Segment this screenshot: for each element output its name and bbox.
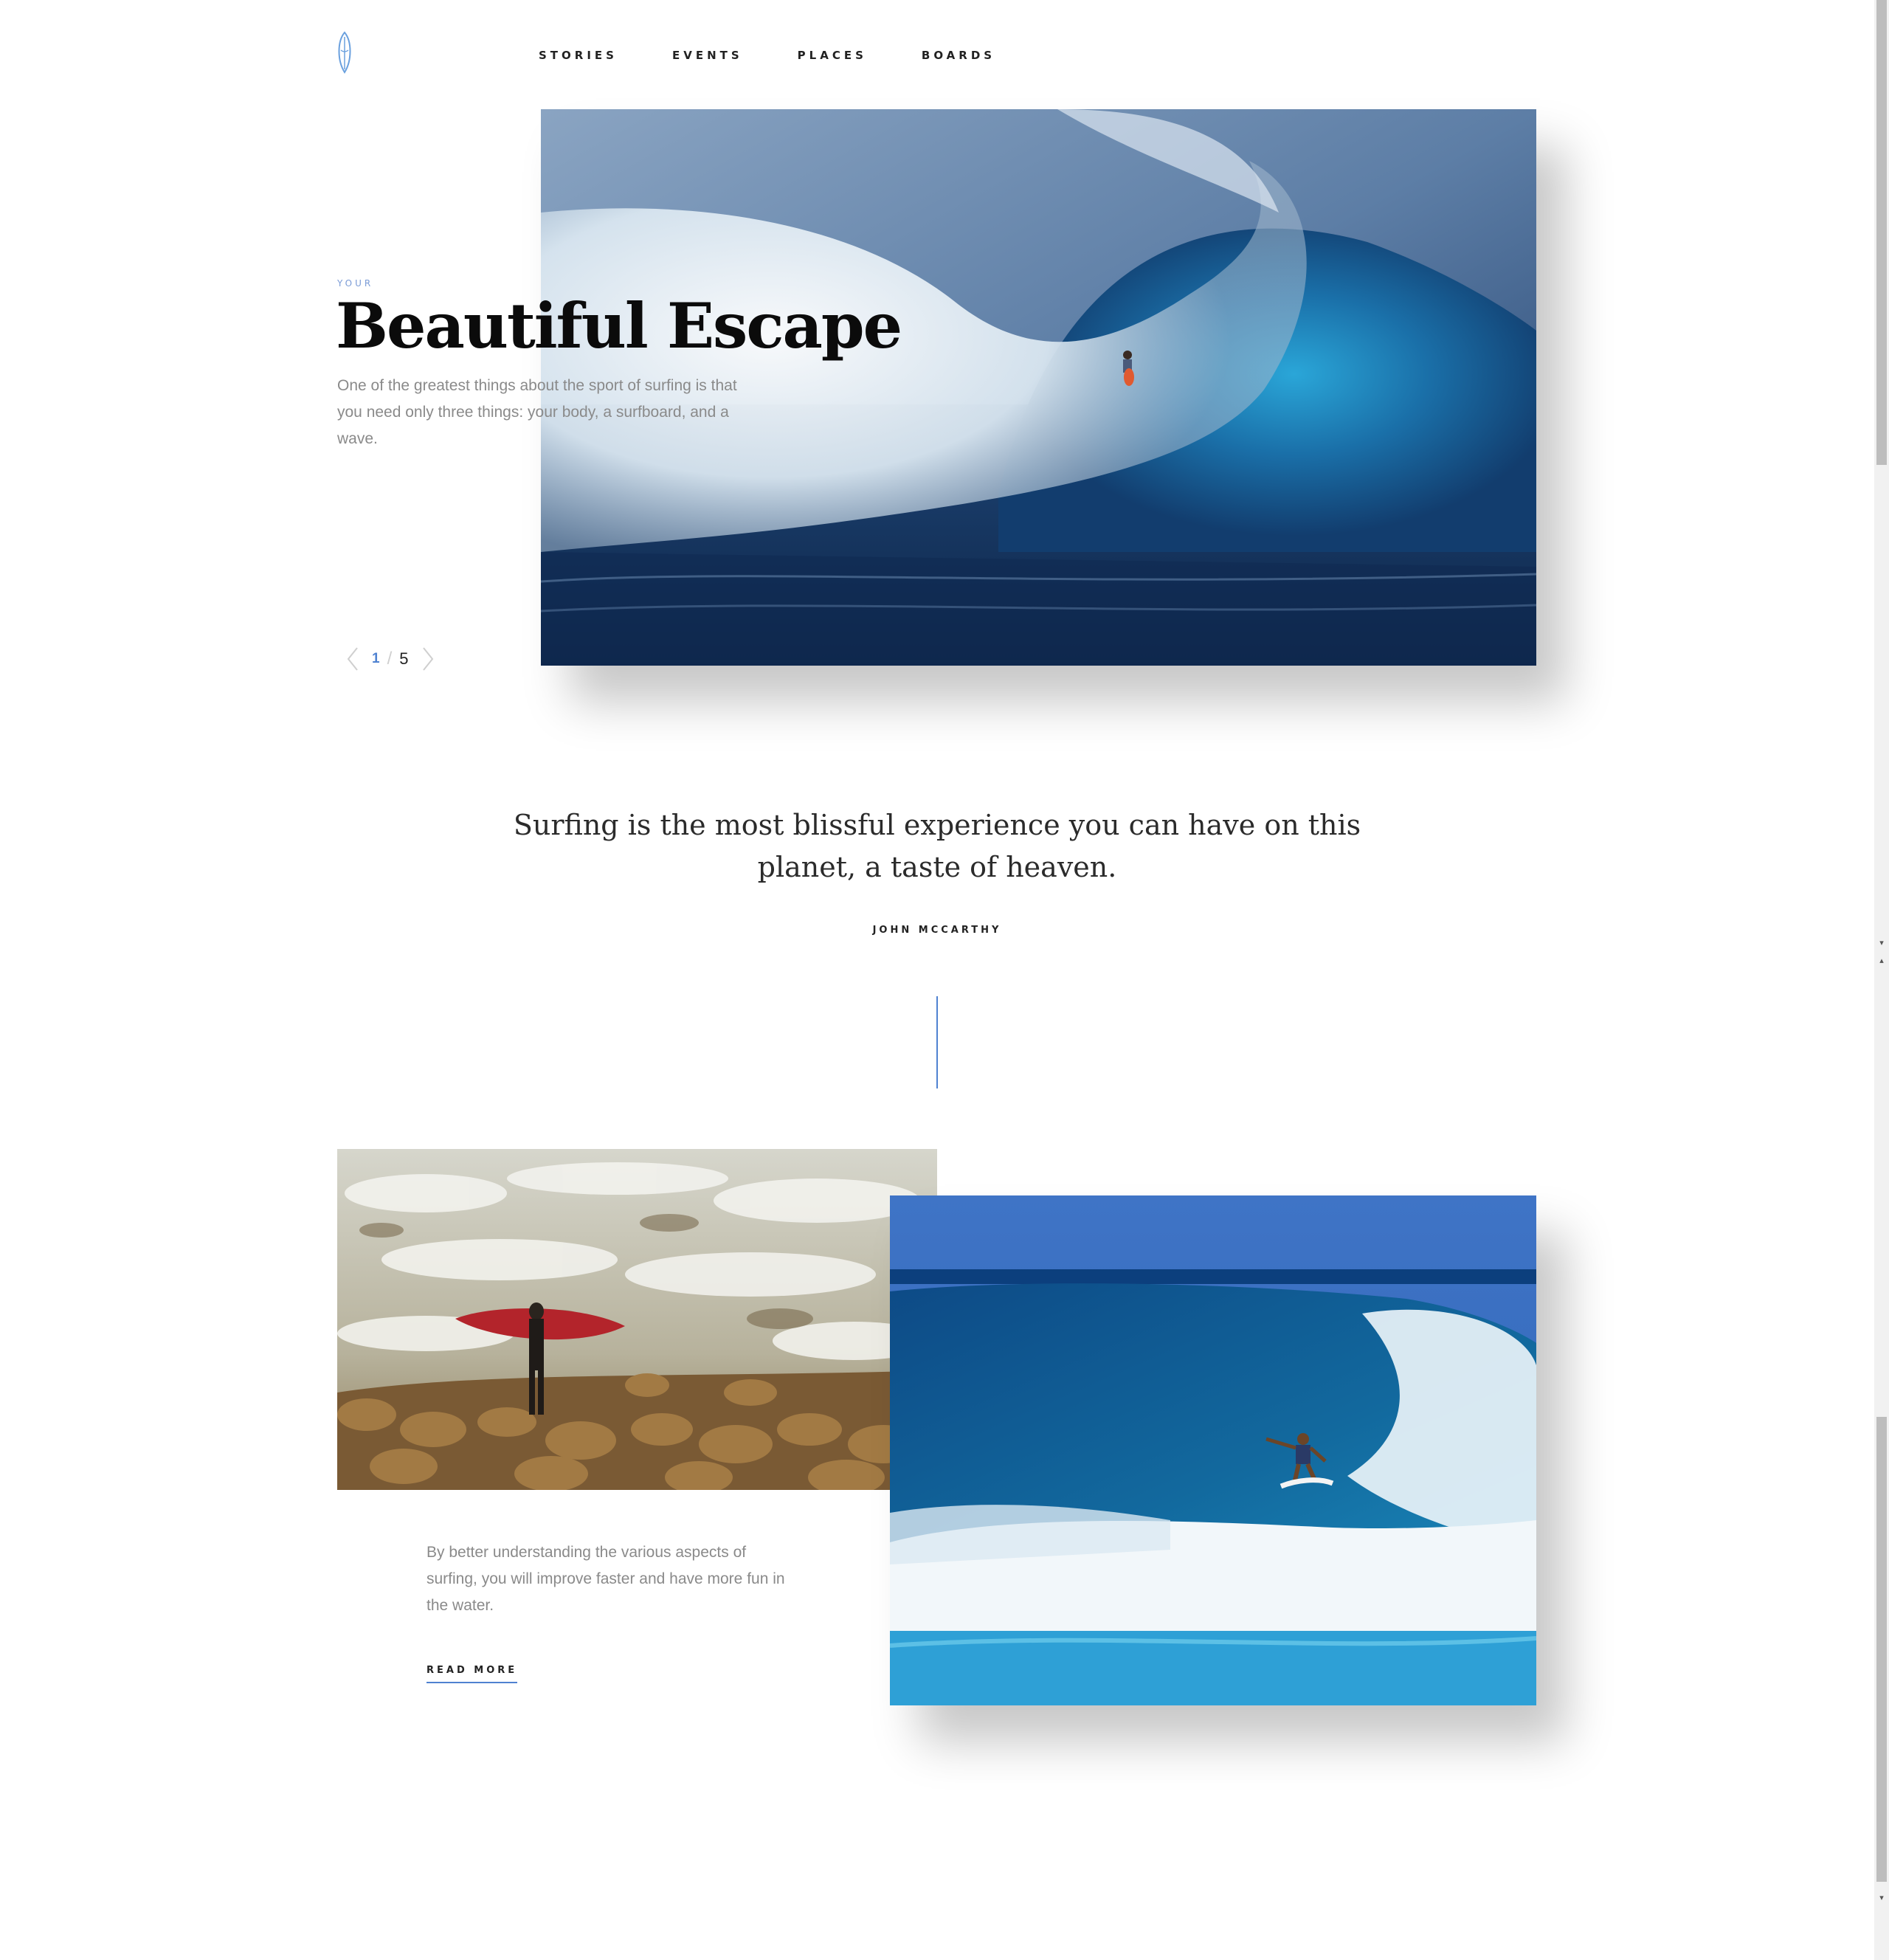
- section-divider: [936, 996, 938, 1088]
- pager-total: 5: [399, 649, 409, 668]
- surfer-on-rocks-image: [337, 1149, 937, 1490]
- quote-text: Surfing is the most blissful experience …: [513, 809, 1361, 883]
- quote-author: JOHN MCCARTHY: [872, 925, 1002, 936]
- nav-item-stories[interactable]: STORIES: [539, 49, 618, 62]
- hero-text: One of the greatest things about the spo…: [337, 377, 737, 447]
- scroll-up-arrow-icon[interactable]: ▴: [1877, 956, 1886, 965]
- feature-text: By better understanding the various aspe…: [427, 1544, 785, 1614]
- pager-separator: /: [387, 649, 393, 669]
- read-more-link[interactable]: READ MORE: [427, 1665, 518, 1683]
- scroll-thumb-bottom[interactable]: [1876, 1417, 1887, 1882]
- hero-title: Beautiful Escape: [336, 289, 902, 362]
- scroll-thumb-top[interactable]: [1876, 0, 1887, 465]
- scroll-down-arrow-icon[interactable]: ▾: [1877, 939, 1886, 948]
- main-nav: STORIES EVENTS PLACES BOARDS: [539, 49, 1050, 62]
- chevron-left-icon[interactable]: [344, 646, 362, 672]
- scrollbar[interactable]: ▾ ▴ ▾: [1874, 0, 1889, 1960]
- slide-pager: 1 / 5: [344, 644, 437, 674]
- hero-eyebrow: YOUR: [337, 278, 374, 289]
- nav-item-boards[interactable]: BOARDS: [922, 49, 995, 62]
- chevron-right-icon[interactable]: [419, 646, 437, 672]
- nav-item-places[interactable]: PLACES: [798, 49, 867, 62]
- surfboard-logo-icon[interactable]: [336, 31, 353, 74]
- nav-item-events[interactable]: EVENTS: [672, 49, 743, 62]
- surfer-in-barrel-image: [890, 1195, 1536, 1705]
- pager-current: 1: [372, 651, 380, 666]
- scroll-down-arrow-icon[interactable]: ▾: [1877, 1894, 1886, 1902]
